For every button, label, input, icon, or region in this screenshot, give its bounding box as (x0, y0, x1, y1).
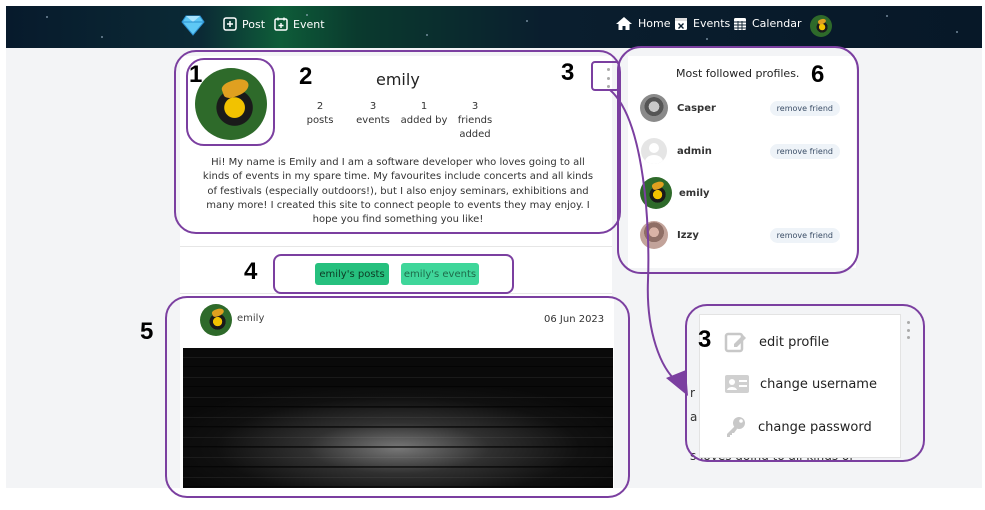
home-icon (616, 17, 632, 30)
nav-home-label: Home (638, 17, 671, 30)
nav-event-label: Event (293, 17, 325, 31)
annotation-number-3-dropdown: 3 (698, 326, 712, 353)
calendar-x-icon (675, 18, 687, 30)
calendar-grid-icon (734, 18, 746, 30)
nav-post-label: Post (242, 17, 266, 31)
nav-event-button[interactable]: Event (274, 17, 325, 31)
nav-events-label: Events (693, 17, 731, 30)
annotation-number-4: 4 (244, 258, 258, 285)
nav-post-button[interactable]: Post (223, 17, 265, 31)
nav-calendar-link[interactable]: Calendar (733, 16, 801, 31)
divider (180, 246, 612, 247)
annotation-number-1: 1 (189, 61, 203, 88)
annotation-number-5: 5 (140, 318, 154, 345)
nav-events-link[interactable]: Events (674, 16, 730, 31)
top-navbar (6, 6, 982, 48)
nav-home-link[interactable]: Home (615, 16, 670, 31)
annotation-arrow (609, 89, 688, 396)
annotation-number-3: 3 (561, 59, 575, 86)
annotation-number-2: 2 (299, 63, 313, 90)
annotation-box-tabs (273, 254, 514, 294)
annotation-number-6: 6 (811, 61, 825, 88)
annotation-box-dropdown (685, 304, 925, 462)
calendar-plus-icon (274, 17, 288, 31)
nav-calendar-label: Calendar (752, 17, 802, 30)
diamond-icon[interactable] (181, 14, 205, 40)
nav-avatar[interactable] (810, 15, 832, 37)
annotation-box-profile (174, 50, 621, 234)
plus-square-icon (223, 17, 237, 31)
annotation-box-post (165, 296, 630, 498)
